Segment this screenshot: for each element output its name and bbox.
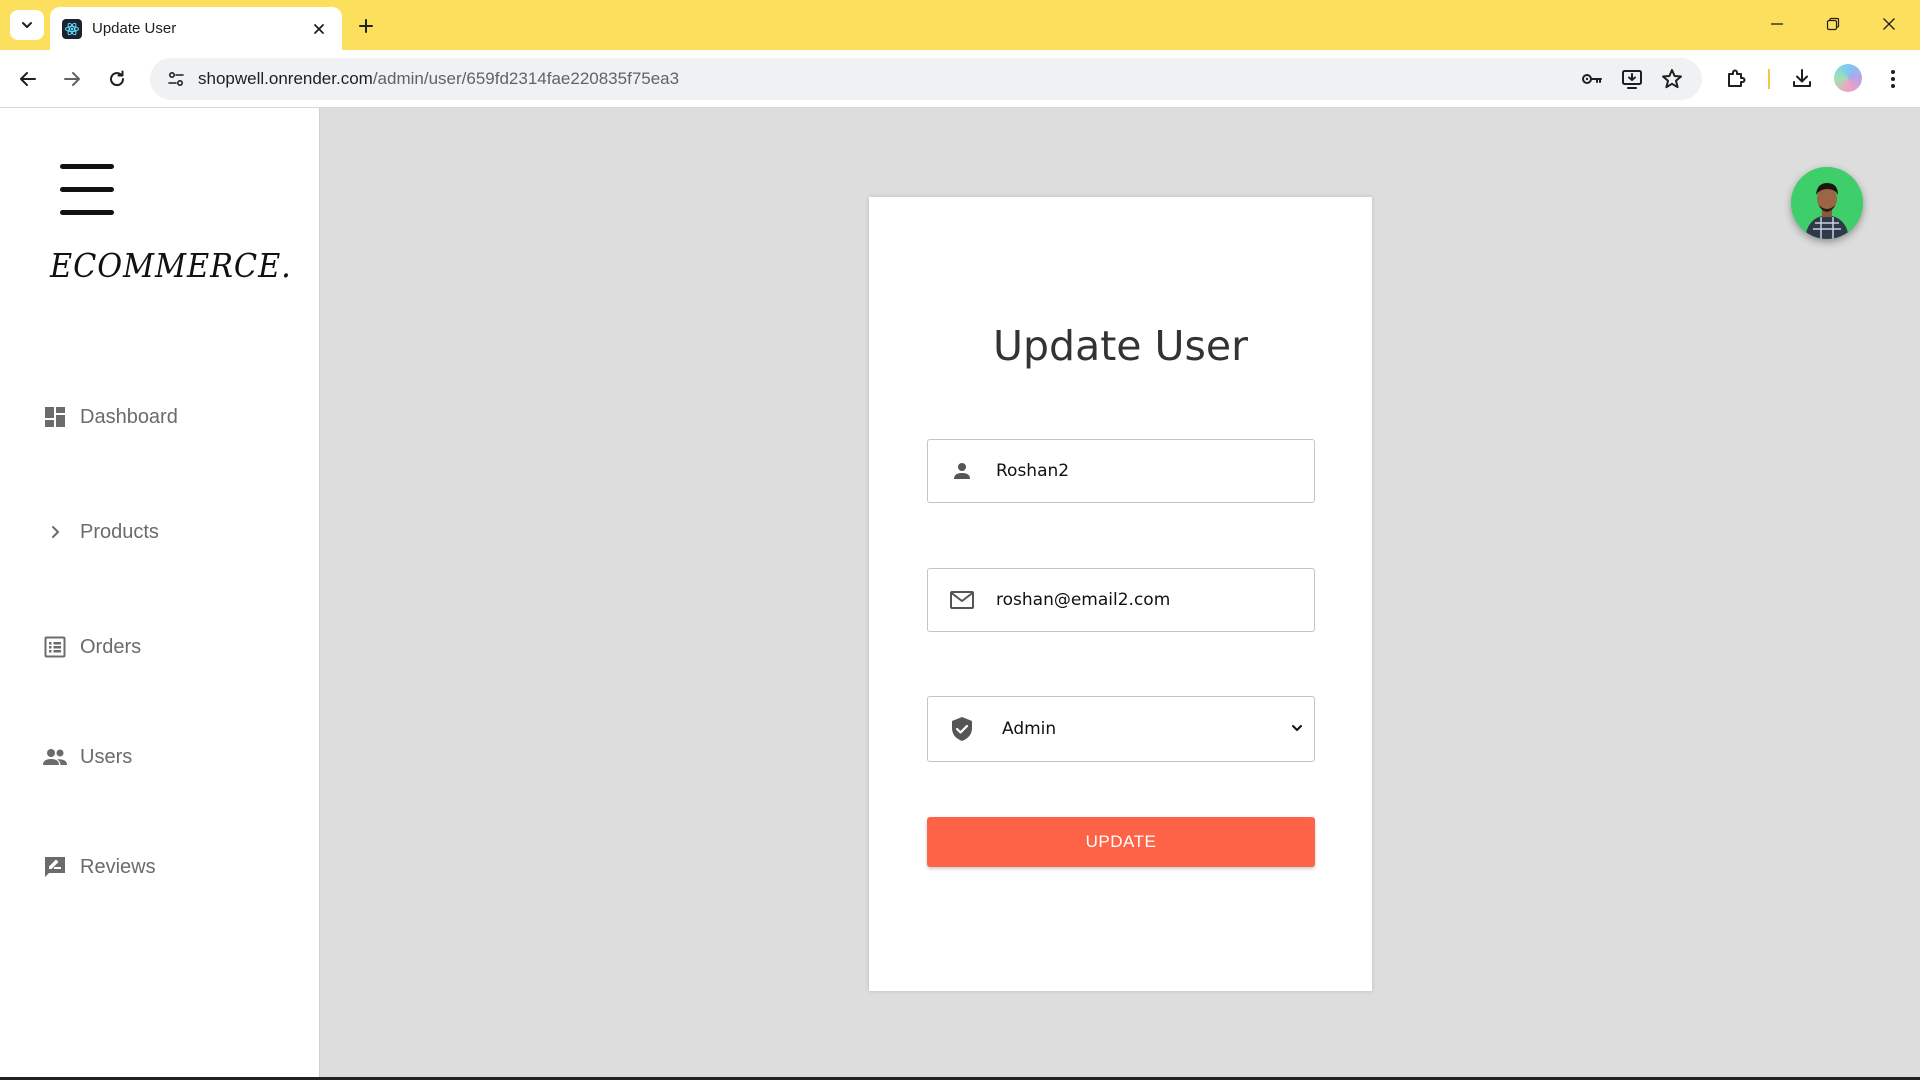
user-avatar[interactable] [1791,167,1863,239]
reload-button[interactable] [99,61,135,97]
minimize-icon [1771,23,1783,25]
sidebar-item-orders[interactable]: Orders [40,627,141,667]
sidebar-item-label: Orders [80,635,142,658]
sidebar-item-label: Reviews [80,855,156,878]
update-user-card: Update User Admin UPDATE [869,197,1372,991]
restore-button[interactable] [1810,8,1856,40]
url-host: shopwell.onrender.com [198,69,373,88]
browser-tab-active[interactable]: Update User [50,7,342,50]
minimize-button[interactable] [1754,8,1800,40]
profile-avatar-button[interactable] [1834,64,1862,92]
sidebar: ECOMMERCE. Dashboard Products Orders Use… [0,108,320,1078]
browser-menu-button[interactable] [1877,63,1909,95]
puzzle-icon [1728,69,1746,87]
rate-review-icon [40,852,70,882]
new-tab-button[interactable] [352,12,380,40]
back-button[interactable] [10,61,46,97]
tab-close-button[interactable] [308,18,330,40]
extensions-button[interactable] [1720,63,1752,95]
tab-title: Update User [92,20,177,37]
downloads-button[interactable] [1786,63,1818,95]
bookmark-star-button[interactable] [1656,63,1688,95]
verified-user-icon [928,698,996,760]
sidebar-item-label: Users [80,745,133,768]
forward-button[interactable] [54,61,90,97]
react-favicon-icon [62,18,82,39]
email-field[interactable] [927,568,1315,632]
name-field[interactable] [927,439,1315,503]
browser-toolbar: shopwell.onrender.com/admin/user/659fd23… [0,50,1920,108]
tab-search-button[interactable] [10,10,44,40]
password-key-button[interactable] [1576,63,1608,95]
arrow-left-icon [20,72,36,86]
browser-tab-bar: Update User [0,0,1920,50]
site-info-button[interactable] [158,63,194,95]
dashboard-icon [40,402,70,432]
install-app-button[interactable] [1616,63,1648,95]
star-icon [1662,69,1682,89]
install-desktop-icon [1622,70,1642,89]
url-text[interactable]: shopwell.onrender.com/admin/user/659fd23… [198,69,679,89]
restore-icon [1826,17,1840,31]
chevron-down-icon[interactable] [1286,717,1308,739]
user-photo-icon [1791,167,1863,239]
person-icon [928,440,996,502]
sidebar-item-label: Dashboard [80,405,178,428]
brand-logo[interactable]: ECOMMERCE. [50,246,292,285]
url-path: /admin/user/659fd2314fae220835f75ea3 [372,69,680,88]
reload-icon [110,70,125,87]
email-input[interactable] [996,590,1286,610]
page-content: ECOMMERCE. Dashboard Products Orders Use… [0,108,1920,1078]
role-select[interactable]: Admin [927,696,1315,762]
sidebar-item-dashboard[interactable]: Dashboard [40,397,178,437]
more-vert-icon [1891,70,1895,88]
update-button[interactable]: UPDATE [927,817,1315,867]
menu-icon[interactable] [60,164,114,216]
sidebar-item-reviews[interactable]: Reviews [40,847,156,887]
people-icon [40,742,70,772]
name-input[interactable] [996,461,1286,481]
close-icon [1883,18,1895,30]
tune-icon [168,71,184,87]
arrow-right-icon [64,72,80,86]
plus-icon [359,19,373,33]
sidebar-item-products[interactable]: Products [40,512,159,552]
toolbar-separator [1768,69,1770,89]
download-icon [1793,69,1811,87]
list-alt-icon [40,632,70,662]
close-window-button[interactable] [1866,8,1912,40]
mail-outline-icon [928,569,996,631]
chevron-right-icon [40,517,70,547]
sidebar-item-users[interactable]: Users [40,737,132,777]
page-title: Update User [993,322,1248,370]
role-select-value: Admin [1002,719,1057,739]
chevron-down-icon [22,22,32,28]
close-icon [314,23,324,34]
key-icon [1582,74,1602,84]
address-bar[interactable]: shopwell.onrender.com/admin/user/659fd23… [150,58,1702,100]
sidebar-item-label: Products [80,520,159,543]
